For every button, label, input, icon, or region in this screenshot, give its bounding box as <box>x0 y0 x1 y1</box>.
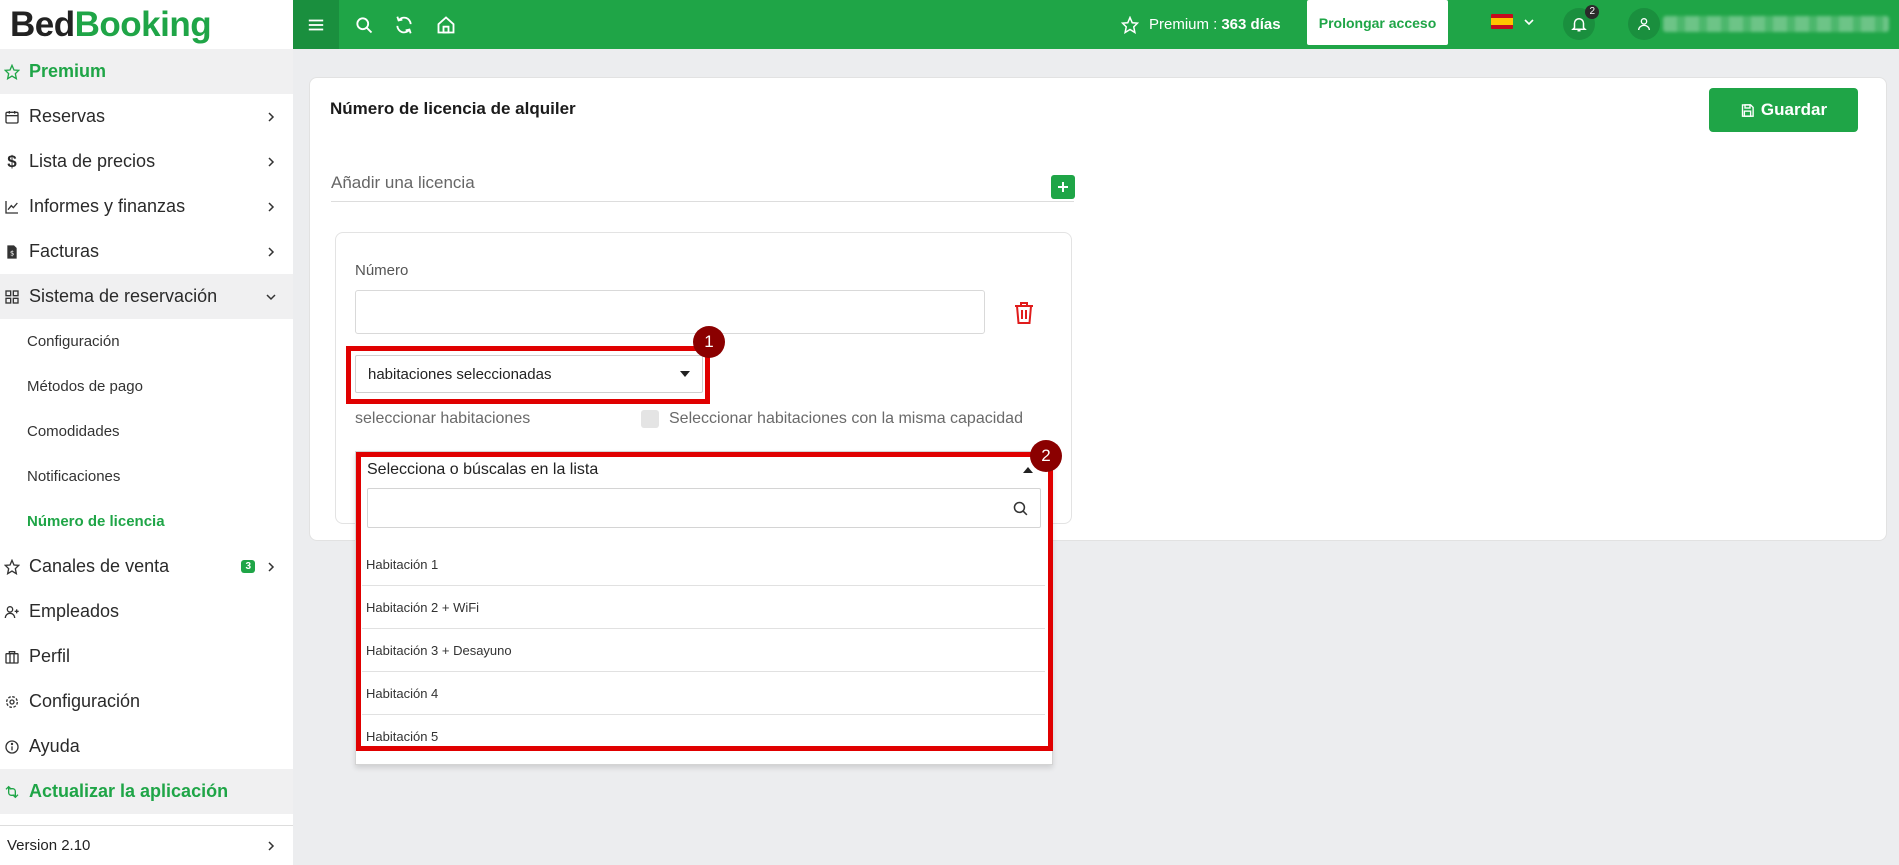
annotation-marker-2: 2 <box>1030 440 1062 472</box>
sidebar-item-canales-venta[interactable]: Canales de venta 3 <box>0 544 293 589</box>
save-icon <box>1741 103 1754 117</box>
sidebar-item-label: Lista de precios <box>29 151 156 171</box>
sidebar-item-label: Sistema de reservación <box>29 286 218 306</box>
sidebar-item-empleados[interactable]: Empleados <box>0 589 293 634</box>
sidebar-item-label: Canales de venta <box>29 556 170 576</box>
sidebar-item-label: Premium <box>29 61 107 81</box>
invoice-icon: $ <box>4 244 20 260</box>
chevron-right-icon <box>268 840 275 851</box>
subitem-comodidades[interactable]: Comodidades <box>0 409 293 454</box>
hamburger-icon <box>308 19 324 30</box>
user-icon <box>1638 18 1650 31</box>
sidebar-item-sistema-reservacion[interactable]: Sistema de reservación <box>0 274 293 319</box>
add-license-button[interactable] <box>1051 175 1075 199</box>
sidebar-item-label: Configuración <box>29 691 141 711</box>
subitem-numero-licencia[interactable]: Número de licencia <box>0 499 293 544</box>
menu-toggle-button[interactable] <box>293 0 339 49</box>
divider <box>331 201 1074 202</box>
star-icon <box>1121 15 1139 34</box>
app-logo[interactable]: Bed Booking <box>0 0 293 49</box>
top-bar: Premium : 363 días Prolongar acceso 2 <box>293 0 1899 49</box>
premium-status: Premium : 363 días <box>1121 0 1281 49</box>
chevron-right-icon <box>268 156 275 167</box>
chevron-down-icon <box>1524 18 1534 25</box>
trash-icon <box>1015 302 1033 324</box>
sidebar-item-reservas[interactable]: Reservas <box>0 94 293 139</box>
notification-count-badge: 2 <box>1585 5 1599 19</box>
channel-count-badge: 3 <box>241 560 255 573</box>
chart-icon <box>4 199 20 215</box>
calendar-icon <box>4 109 20 125</box>
premium-label: Premium : <box>1149 16 1218 33</box>
language-selector[interactable] <box>1491 14 1535 29</box>
version-label: Version 2.10 <box>7 837 91 854</box>
user-plus-icon <box>4 604 20 620</box>
sidebar-item-ayuda[interactable]: Ayuda <box>0 724 293 769</box>
same-capacity-checkbox[interactable] <box>641 410 659 428</box>
sidebar-item-premium[interactable]: Premium <box>0 49 293 94</box>
sidebar-item-actualizar[interactable]: Actualizar la aplicación <box>0 769 293 814</box>
chevron-right-icon <box>268 111 275 122</box>
info-icon <box>4 739 20 755</box>
briefcase-icon <box>4 649 20 665</box>
star-icon <box>4 63 20 80</box>
home-icon[interactable] <box>435 14 457 36</box>
delete-license-button[interactable] <box>1011 300 1037 326</box>
chevron-right-icon <box>268 246 275 257</box>
sidebar-item-label: Informes y finanzas <box>29 196 186 216</box>
sidebar-item-label: Empleados <box>29 601 120 621</box>
subitem-configuracion[interactable]: Configuración <box>0 319 293 364</box>
version-row[interactable]: Version 2.10 <box>0 825 293 865</box>
grid-icon <box>4 289 20 305</box>
dollar-icon: $ <box>7 151 17 171</box>
annotation-box-2 <box>356 452 1053 751</box>
annotation-marker-1: 1 <box>693 326 725 358</box>
premium-days: 363 días <box>1221 16 1281 33</box>
save-button[interactable]: Guardar <box>1709 88 1858 132</box>
notifications-button[interactable]: 2 <box>1563 5 1599 40</box>
chevron-down-icon <box>266 293 276 300</box>
logo-part-bed: Bed <box>10 4 75 44</box>
sidebar-item-label: Facturas <box>29 241 100 261</box>
license-number-label: Número <box>355 262 409 279</box>
license-number-input[interactable] <box>355 290 985 334</box>
sidebar-item-label: Actualizar la aplicación <box>29 781 229 801</box>
page-title: Número de licencia de alquiler <box>330 99 576 118</box>
spain-flag-icon <box>1491 14 1513 29</box>
logo-part-booking: Booking <box>74 4 212 44</box>
sidebar-item-lista-precios[interactable]: $ Lista de precios <box>0 139 293 184</box>
sidebar-item-label: Reservas <box>29 106 106 126</box>
sidebar: Bed Booking Premium Reservas $ Lista de p… <box>0 0 293 865</box>
sidebar-item-configuracion[interactable]: Configuración <box>0 679 293 724</box>
refresh-icon <box>4 784 20 800</box>
add-license-label: Añadir una licencia <box>331 173 475 192</box>
same-capacity-option[interactable]: Seleccionar habitaciones con la misma ca… <box>641 410 1023 428</box>
star-icon <box>4 558 20 575</box>
save-button-label: Guardar <box>1760 100 1828 119</box>
subitem-notificaciones[interactable]: Notificaciones <box>0 454 293 499</box>
sidebar-item-label: Ayuda <box>29 736 80 756</box>
chevron-right-icon <box>268 201 275 212</box>
same-capacity-label: Seleccionar habitaciones con la misma ca… <box>669 410 1023 427</box>
sidebar-item-label: Perfil <box>29 646 71 666</box>
bell-icon <box>1571 18 1587 32</box>
sidebar-item-facturas[interactable]: $ Facturas <box>0 229 293 274</box>
svg-text:$: $ <box>10 249 14 257</box>
user-avatar[interactable] <box>1628 8 1660 40</box>
annotation-box-1 <box>346 346 710 404</box>
sidebar-item-informes[interactable]: Informes y finanzas <box>0 184 293 229</box>
sidebar-item-perfil[interactable]: Perfil <box>0 634 293 679</box>
select-rooms-label: seleccionar habitaciones <box>355 410 531 427</box>
refresh-icon[interactable] <box>393 14 415 36</box>
gear-icon <box>4 694 20 710</box>
search-icon[interactable] <box>353 14 375 36</box>
plus-icon <box>1058 182 1068 192</box>
extend-access-button[interactable]: Prolongar acceso <box>1307 0 1448 45</box>
username-blurred[interactable] <box>1663 16 1889 32</box>
subitem-metodos-pago[interactable]: Métodos de pago <box>0 364 293 409</box>
chevron-right-icon <box>268 561 275 572</box>
